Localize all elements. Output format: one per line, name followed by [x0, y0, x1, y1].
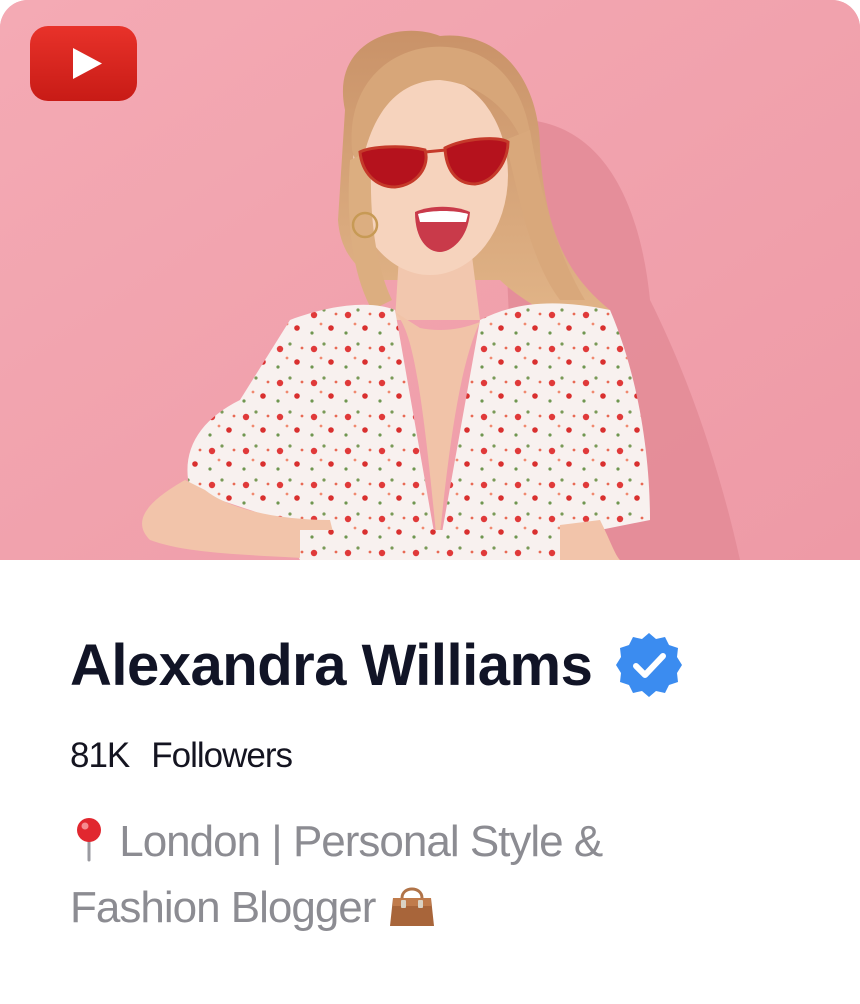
- profile-bio: London | Personal Style & Fashion Blogge…: [70, 812, 710, 944]
- bio-line-2: Fashion Blogger: [70, 883, 376, 932]
- profile-name: Alexandra Williams: [70, 632, 593, 698]
- profile-card[interactable]: Alexandra Williams 81K Followers London |…: [0, 0, 860, 1004]
- bio-line-1: London | Personal Style &: [119, 817, 603, 866]
- round-pushpin-icon: [70, 816, 108, 878]
- profile-hero-photo: [0, 0, 860, 560]
- name-row: Alexandra Williams: [70, 630, 684, 700]
- verified-badge-icon: [614, 630, 684, 700]
- youtube-logo-icon[interactable]: [30, 26, 137, 101]
- handbag-icon: [387, 882, 437, 944]
- followers-stat: 81K Followers: [70, 736, 293, 776]
- followers-count: 81K: [70, 736, 130, 775]
- followers-label: Followers: [151, 736, 293, 775]
